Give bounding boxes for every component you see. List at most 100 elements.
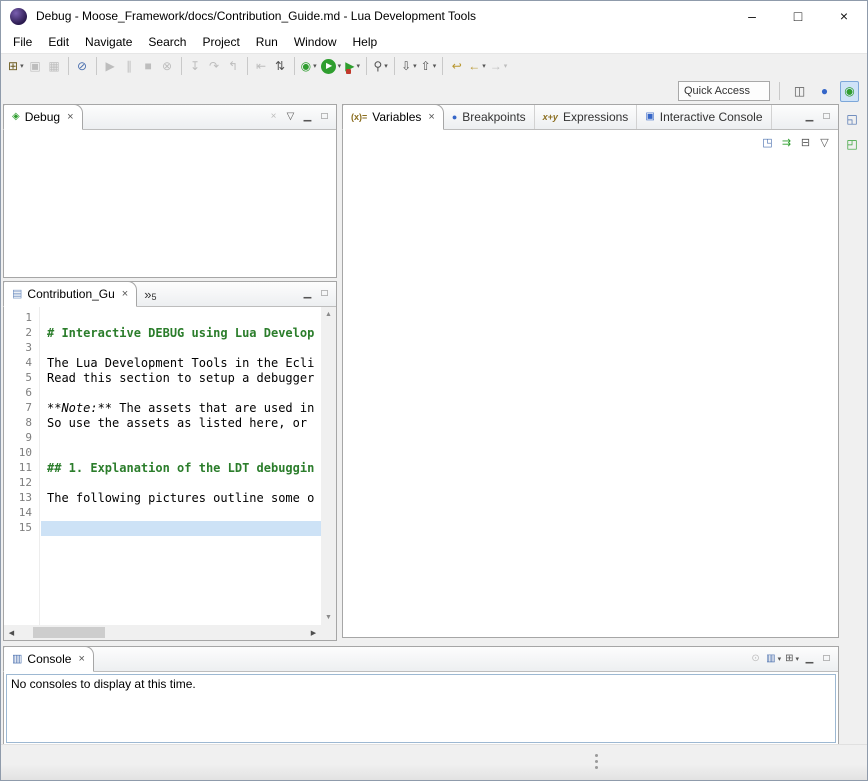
menu-navigate[interactable]: Navigate xyxy=(77,32,140,52)
resize-grip[interactable] xyxy=(595,754,598,757)
minimized-outline-view-icon[interactable]: ◰ xyxy=(843,133,862,154)
scroll-down-icon[interactable]: ▼ xyxy=(325,610,332,625)
line-number[interactable]: 5 xyxy=(4,371,39,386)
dropdown-arrow-icon[interactable]: ▾ xyxy=(338,62,342,70)
editor-line-4[interactable]: The Lua Development Tools in the Ecli xyxy=(41,356,321,371)
line-number[interactable]: 6 xyxy=(4,386,39,401)
editor-line-9[interactable] xyxy=(41,431,321,446)
next-annotation-icon[interactable]: ⇩▾ xyxy=(399,56,419,77)
dropdown-arrow-icon[interactable]: ▾ xyxy=(504,62,508,70)
dropdown-arrow-icon[interactable]: ▾ xyxy=(433,62,437,70)
maximize-view-icon[interactable]: □ xyxy=(818,108,835,126)
dropdown-arrow-icon[interactable]: ▾ xyxy=(482,62,486,70)
editor-ruler[interactable]: 123456789101112131415 xyxy=(4,307,40,625)
dropdown-arrow-icon[interactable]: ▾ xyxy=(20,62,24,70)
quick-access-input[interactable] xyxy=(678,81,770,101)
editor-line-1[interactable] xyxy=(41,311,321,326)
close-window-button[interactable]: × xyxy=(821,1,867,31)
dropdown-arrow-icon[interactable]: ▾ xyxy=(384,62,388,70)
menu-edit[interactable]: Edit xyxy=(40,32,77,52)
perspective-debug-icon[interactable]: ◉ xyxy=(840,81,859,102)
maximize-view-icon[interactable]: □ xyxy=(316,285,333,303)
minimize-view-icon[interactable]: ▁ xyxy=(801,650,818,668)
minimize-window-button[interactable]: – xyxy=(729,1,775,31)
editor-line-15[interactable] xyxy=(41,521,321,536)
search-icon[interactable]: ⚲▾ xyxy=(371,56,390,77)
external-tools-icon[interactable]: ▶▾ xyxy=(343,56,362,77)
editor-text-area[interactable]: # Interactive DEBUG using Lua Develop The… xyxy=(41,307,321,625)
last-edit-location-icon[interactable]: ↩ xyxy=(447,56,466,77)
editor-line-5[interactable]: Read this section to setup a debugger xyxy=(41,371,321,386)
menu-window[interactable]: Window xyxy=(286,32,345,52)
tab-debug-view[interactable]: ◈ Debug × xyxy=(3,104,83,130)
editor-line-2[interactable]: # Interactive DEBUG using Lua Develop xyxy=(41,326,321,341)
line-number[interactable]: 12 xyxy=(4,476,39,491)
minimize-view-icon[interactable]: ▁ xyxy=(299,285,316,303)
scroll-up-icon[interactable]: ▲ xyxy=(325,307,332,322)
hscroll-thumb[interactable] xyxy=(33,627,105,638)
titlebar[interactable]: Debug - Moose_Framework/docs/Contributio… xyxy=(1,1,867,31)
line-number[interactable]: 4 xyxy=(4,356,39,371)
dropdown-arrow-icon[interactable]: ▾ xyxy=(795,655,799,663)
editor-line-11[interactable]: ## 1. Explanation of the LDT debuggin xyxy=(41,461,321,476)
line-number[interactable]: 7 xyxy=(4,401,39,416)
menu-project[interactable]: Project xyxy=(194,32,247,52)
editor-line-6[interactable] xyxy=(41,386,321,401)
maximize-view-icon[interactable]: □ xyxy=(818,650,835,668)
minimize-view-icon[interactable]: ▁ xyxy=(801,108,818,126)
maximize-window-button[interactable]: □ xyxy=(775,1,821,31)
line-number[interactable]: 13 xyxy=(4,491,39,506)
editor-line-12[interactable] xyxy=(41,476,321,491)
line-number[interactable]: 2 xyxy=(4,326,39,341)
menu-search[interactable]: Search xyxy=(140,32,194,52)
view-menu-icon[interactable]: ▽ xyxy=(815,133,834,154)
previous-annotation-icon[interactable]: ⇧▾ xyxy=(419,56,439,77)
new-wizard-icon[interactable]: ⊞▾ xyxy=(6,56,26,77)
scroll-left-icon[interactable]: ◀ xyxy=(4,629,19,637)
run-icon[interactable]: ▶▾ xyxy=(319,56,344,77)
minimize-view-icon[interactable]: ▁ xyxy=(299,108,316,126)
dropdown-arrow-icon[interactable]: ▾ xyxy=(778,655,782,663)
menu-run[interactable]: Run xyxy=(248,32,286,52)
menu-help[interactable]: Help xyxy=(345,32,386,52)
menu-file[interactable]: File xyxy=(5,32,40,52)
open-perspective-icon[interactable]: ◫ xyxy=(790,81,809,102)
editor-line-13[interactable]: The following pictures outline some o xyxy=(41,491,321,506)
scroll-right-icon[interactable]: ▶ xyxy=(306,629,321,637)
maximize-view-icon[interactable]: □ xyxy=(316,108,333,126)
collapse-all-icon[interactable]: ⊟ xyxy=(796,133,815,154)
tab-overflow-chevron[interactable]: »5 xyxy=(137,282,163,306)
dropdown-arrow-icon[interactable]: ▾ xyxy=(413,62,417,70)
line-number[interactable]: 1 xyxy=(4,311,39,326)
tab-contribution-guide[interactable]: ▤ Contribution_Gu × xyxy=(3,281,137,307)
tab-breakpoints[interactable]: ● Breakpoints xyxy=(444,105,535,129)
editor-hscrollbar[interactable]: ◀ ▶ xyxy=(4,625,321,640)
use-step-filters-icon[interactable]: ⇅ xyxy=(271,56,290,77)
editor-line-7[interactable]: **Note:** The assets that are used in xyxy=(41,401,321,416)
debug-icon[interactable]: ◉▾ xyxy=(299,56,319,77)
editor-line-3[interactable] xyxy=(41,341,321,356)
line-number[interactable]: 10 xyxy=(4,446,39,461)
close-tab-icon[interactable]: × xyxy=(428,111,434,123)
show-type-names-icon[interactable]: ◳ xyxy=(758,133,777,154)
tab-expressions[interactable]: x+y Expressions xyxy=(535,105,638,129)
skip-all-breakpoints-icon[interactable]: ⊘ xyxy=(73,56,92,77)
line-number[interactable]: 3 xyxy=(4,341,39,356)
tab-console[interactable]: ▥ Console × xyxy=(3,646,94,672)
editor-line-10[interactable] xyxy=(41,446,321,461)
display-selected-console-icon[interactable]: ▥▾ xyxy=(764,650,783,668)
open-console-icon[interactable]: ⊞▾ xyxy=(783,650,801,668)
tab-variables[interactable]: (x)= Variables × xyxy=(342,104,444,130)
line-number[interactable]: 14 xyxy=(4,506,39,521)
perspective-ldt-icon[interactable]: ● xyxy=(815,81,834,102)
close-tab-icon[interactable]: × xyxy=(78,653,84,665)
close-tab-icon[interactable]: × xyxy=(122,288,128,300)
show-logical-structure-icon[interactable]: ⇉ xyxy=(777,133,796,154)
line-number[interactable]: 11 xyxy=(4,461,39,476)
line-number[interactable]: 9 xyxy=(4,431,39,446)
restore-minimized-view-icon[interactable]: ◱ xyxy=(843,108,862,129)
tab-interactive-console[interactable]: ▣ Interactive Console xyxy=(637,105,771,129)
line-number[interactable]: 8 xyxy=(4,416,39,431)
editor-vscrollbar[interactable]: ▲ ▼ xyxy=(321,307,336,625)
dropdown-arrow-icon[interactable]: ▾ xyxy=(313,62,317,70)
